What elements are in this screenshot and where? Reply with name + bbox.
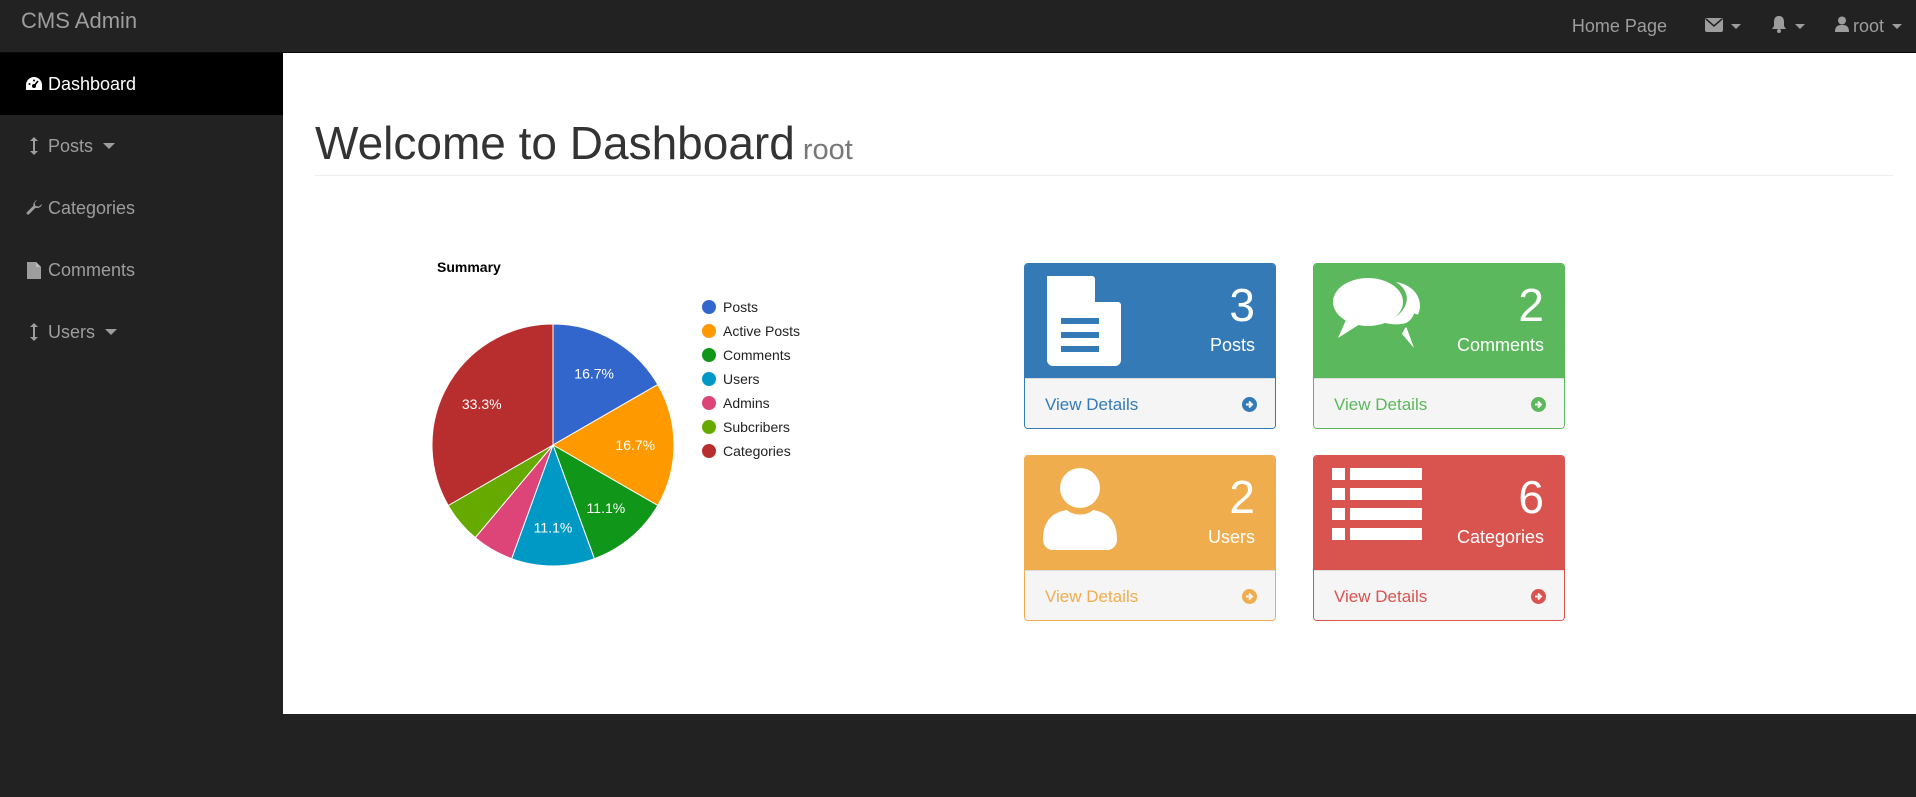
dashboard-icon — [24, 74, 44, 94]
panel-heading: 6 Categories — [1314, 456, 1564, 570]
chevron-down-icon — [1730, 24, 1741, 29]
home-page-link[interactable]: Home Page — [1572, 0, 1667, 53]
chart-title: Summary — [437, 259, 501, 275]
panel-count: 2 — [1518, 279, 1544, 331]
arrow-circle-right-icon — [1531, 397, 1546, 412]
legend-item[interactable]: Users — [702, 367, 800, 391]
slice-label: 11.1% — [534, 519, 573, 535]
legend-label: Admins — [723, 395, 770, 411]
legend-label: Active Posts — [723, 323, 801, 339]
page-subtitle: root — [802, 134, 853, 166]
sidebar: Dashboard Posts Categories Comments User… — [0, 53, 283, 797]
slice-label: 11.1% — [587, 500, 626, 516]
legend-swatch — [702, 300, 716, 314]
sidebar-item-label: Categories — [48, 197, 136, 218]
legend-label: Posts — [723, 299, 759, 315]
bell-icon — [1771, 15, 1787, 38]
page-title: Welcome to Dashboard root — [315, 113, 853, 180]
chevron-down-icon — [105, 329, 118, 335]
comments-icon — [1332, 276, 1420, 366]
slice-label: 16.7% — [615, 437, 655, 453]
chevron-down-icon — [1892, 24, 1902, 29]
messages-dropdown[interactable] — [1704, 0, 1741, 53]
sidebar-item-label: Users — [48, 321, 96, 342]
page-title-text: Welcome to Dashboard — [315, 117, 795, 169]
sidebar-item-label: Comments — [48, 259, 136, 280]
panel-count: 6 — [1518, 471, 1544, 523]
legend-label: Users — [723, 371, 760, 387]
slice-label: 33.3% — [462, 396, 502, 412]
title-divider — [315, 175, 1893, 176]
legend-label: Comments — [723, 347, 791, 363]
panel-label: Users — [1207, 527, 1255, 547]
arrow-circle-right-icon — [1242, 397, 1257, 412]
legend-label: Categories — [723, 443, 791, 459]
brand-link[interactable]: CMS Admin — [21, 8, 137, 34]
legend-swatch — [702, 420, 716, 434]
arrows-v-icon — [24, 136, 44, 156]
top-navbar: CMS Admin Home Page root — [0, 0, 1916, 53]
list-icon — [1332, 468, 1422, 558]
user-icon — [1834, 16, 1849, 37]
pie-chart: 16.7% 16.7% 11.1% 11.1% 33.3% — [431, 323, 675, 567]
wrench-icon — [24, 198, 44, 218]
file-text-icon — [1043, 276, 1129, 366]
view-details-link[interactable]: View Details — [1314, 570, 1564, 620]
sidebar-item-label: Dashboard — [48, 73, 137, 94]
legend-swatch — [702, 324, 716, 338]
view-details-text: View Details — [1334, 586, 1428, 606]
panel-count: 3 — [1229, 279, 1255, 331]
view-details-text: View Details — [1045, 394, 1139, 414]
panel-heading: 2 Users — [1025, 456, 1275, 570]
panel-heading: 3 Posts — [1025, 264, 1275, 378]
chart-legend: Posts Active Posts Comments Users Admins Subc… — [702, 295, 800, 463]
legend-swatch — [702, 372, 716, 386]
legend-label: Subcribers — [723, 419, 790, 435]
chevron-down-icon — [103, 143, 116, 149]
view-details-text: View Details — [1045, 586, 1139, 606]
chevron-down-icon — [1794, 24, 1805, 29]
user-icon — [1043, 468, 1129, 558]
arrow-circle-right-icon — [1531, 589, 1546, 604]
panel-label: Posts — [1209, 335, 1255, 355]
sidebar-item-dashboard[interactable]: Dashboard — [0, 53, 283, 115]
view-details-link[interactable]: View Details — [1025, 378, 1275, 428]
sidebar-item-comments[interactable]: Comments — [0, 239, 283, 301]
legend-item[interactable]: Posts — [702, 295, 800, 319]
legend-swatch — [702, 348, 716, 362]
user-name: root — [1852, 16, 1884, 36]
panel-count: 2 — [1229, 471, 1255, 523]
legend-item[interactable]: Comments — [702, 343, 800, 367]
file-icon — [24, 260, 44, 280]
legend-swatch — [702, 444, 716, 458]
panel-label: Categories — [1456, 527, 1544, 547]
legend-item[interactable]: Admins — [702, 391, 800, 415]
slice-label: 16.7% — [574, 366, 614, 382]
view-details-text: View Details — [1334, 394, 1428, 414]
legend-item[interactable]: Active Posts — [702, 319, 800, 343]
categories-panel: 6 Categories View Details — [1313, 455, 1565, 621]
envelope-icon — [1704, 16, 1723, 37]
panel-heading: 2 Comments — [1314, 264, 1564, 378]
arrow-circle-right-icon — [1242, 589, 1257, 604]
view-details-link[interactable]: View Details — [1025, 570, 1275, 620]
users-panel: 2 Users View Details — [1024, 455, 1276, 621]
sidebar-item-users[interactable]: Users — [0, 301, 283, 363]
sidebar-item-posts[interactable]: Posts — [0, 115, 283, 177]
user-dropdown[interactable]: root — [1834, 0, 1902, 53]
sidebar-item-categories[interactable]: Categories — [0, 177, 283, 239]
legend-item[interactable]: Categories — [702, 439, 800, 463]
arrows-v-icon — [24, 322, 44, 342]
main-content: Welcome to Dashboard root Summary 16.7% 16… — [283, 53, 1916, 714]
posts-panel: 3 Posts View Details — [1024, 263, 1276, 429]
navbar-right: Home Page root — [1572, 0, 1902, 53]
sidebar-item-label: Posts — [48, 135, 94, 156]
legend-item[interactable]: Subcribers — [702, 415, 800, 439]
legend-swatch — [702, 396, 716, 410]
comments-panel: 2 Comments View Details — [1313, 263, 1565, 429]
panel-label: Comments — [1456, 335, 1544, 355]
notifications-dropdown[interactable] — [1771, 0, 1805, 53]
view-details-link[interactable]: View Details — [1314, 378, 1564, 428]
